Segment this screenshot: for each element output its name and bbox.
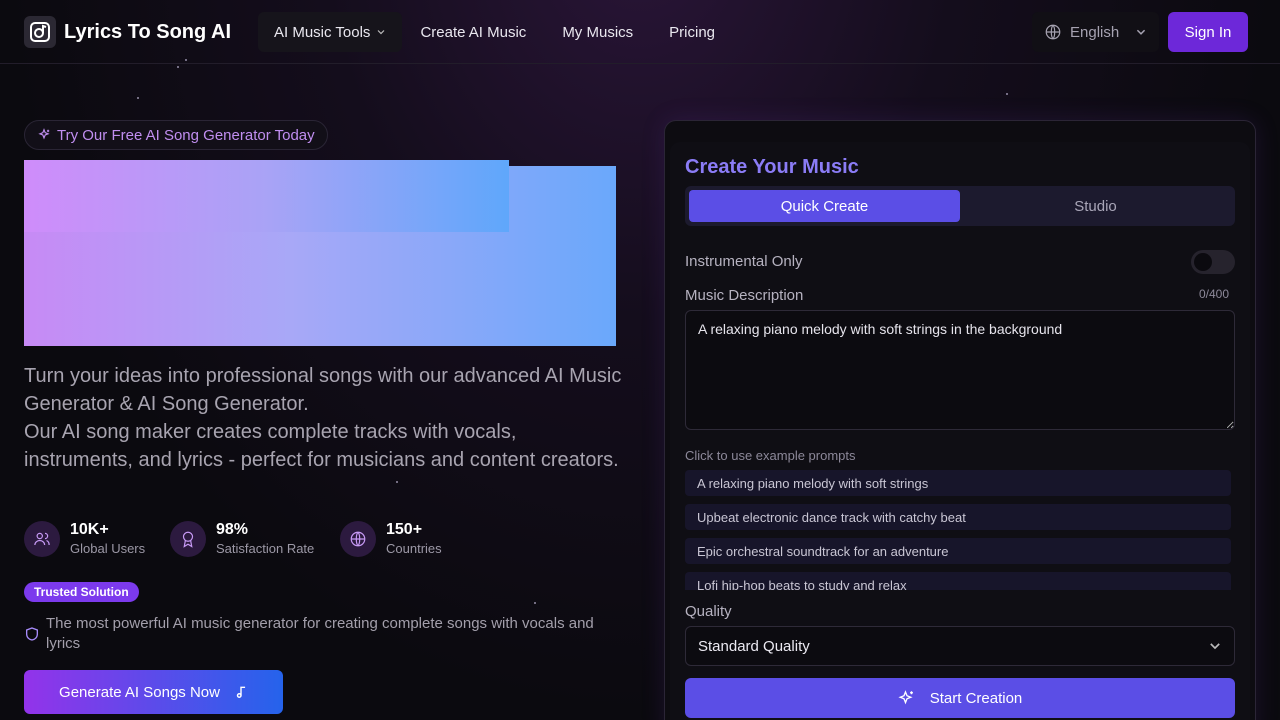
- hero-line-2: Our AI song maker creates complete track…: [24, 421, 619, 471]
- stat-countries: 150+ Countries: [340, 520, 442, 558]
- trusted-solution-badge: Trusted Solution: [24, 582, 139, 602]
- char-counter: 0/400: [1199, 287, 1230, 301]
- stat-value: 150+: [386, 521, 423, 538]
- stat-label: Countries: [386, 541, 442, 556]
- main-nav: AI Music Tools Create AI Music My Musics…: [258, 12, 733, 52]
- nav-label: Create AI Music: [420, 23, 527, 41]
- quality-value: Standard Quality: [698, 637, 810, 655]
- powerful-text: The most powerful AI music generator for…: [46, 615, 594, 652]
- chevron-down-icon: [378, 30, 385, 35]
- stat-value: 10K+: [70, 521, 109, 538]
- instrumental-label: Instrumental Only: [685, 253, 803, 270]
- top-header: Lyrics To Song AI AI Music Tools Create …: [0, 0, 1280, 64]
- language-selector[interactable]: English: [1032, 12, 1160, 52]
- hero-heading-gradient-top: [24, 160, 509, 232]
- toggle-knob: [1194, 253, 1212, 271]
- tab-studio[interactable]: Studio: [960, 190, 1231, 222]
- stats-row: 10K+ Global Users 98% Satisfaction Rate …: [24, 520, 442, 558]
- logo-icon: [24, 16, 56, 48]
- chevron-down-icon: [1137, 29, 1146, 35]
- language-label: English: [1070, 23, 1120, 41]
- stat-label: Global Users: [70, 541, 146, 556]
- award-icon: [170, 521, 206, 557]
- star-decoration: [177, 66, 179, 68]
- stat-global-users: 10K+ Global Users: [24, 520, 170, 558]
- quality-select[interactable]: Standard Quality: [685, 626, 1235, 666]
- sparkles-icon: [898, 690, 913, 705]
- app-name: Lyrics To Song AI: [64, 20, 232, 43]
- panel-title: Create Your Music: [685, 156, 859, 178]
- powerful-description: The most powerful AI music generator for…: [24, 614, 604, 654]
- sign-in-button[interactable]: Sign In: [1168, 12, 1248, 52]
- nav-label: My Musics: [562, 23, 634, 41]
- star-decoration: [396, 481, 398, 483]
- example-prompt[interactable]: Lofi hip-hop beats to study and relax: [685, 572, 1231, 590]
- stat-label: Satisfaction Rate: [216, 541, 315, 556]
- nav-pricing[interactable]: Pricing: [651, 12, 733, 52]
- example-prompt[interactable]: Upbeat electronic dance track with catch…: [685, 504, 1231, 530]
- music-description-label: Music Description: [685, 287, 804, 304]
- chevron-down-icon: [1210, 643, 1220, 650]
- quality-label: Quality: [685, 603, 732, 620]
- stat-value: 98%: [216, 521, 249, 538]
- nav-label: Pricing: [669, 23, 716, 41]
- music-description-input[interactable]: A relaxing piano melody with soft string…: [685, 310, 1235, 430]
- example-prompt[interactable]: A relaxing piano melody with soft string…: [685, 470, 1231, 496]
- shield-icon: [26, 627, 38, 641]
- example-prompts-list[interactable]: A relaxing piano melody with soft string…: [685, 470, 1231, 590]
- hero-description: Turn your ideas into professional songs …: [24, 362, 624, 474]
- star-decoration: [137, 97, 139, 99]
- sparkles-icon: [38, 128, 50, 140]
- tab-quick-create[interactable]: Quick Create: [689, 190, 960, 222]
- nav-create-ai-music[interactable]: Create AI Music: [402, 12, 544, 52]
- free-generator-badge[interactable]: Try Our Free AI Song Generator Today: [24, 120, 328, 150]
- generate-songs-button[interactable]: Generate AI Songs Now: [24, 670, 283, 714]
- instrumental-toggle[interactable]: [1191, 250, 1235, 274]
- star-decoration: [534, 602, 536, 604]
- example-prompt[interactable]: Epic orchestral soundtrack for an advent…: [685, 538, 1231, 564]
- stat-satisfaction: 98% Satisfaction Rate: [170, 520, 340, 558]
- nav-label: AI Music Tools: [274, 23, 371, 41]
- star-decoration: [1006, 93, 1008, 95]
- mode-tabs: Quick Create Studio: [685, 186, 1235, 226]
- nav-my-musics[interactable]: My Musics: [544, 12, 651, 52]
- examples-label: Click to use example prompts: [685, 448, 856, 463]
- hero-line-1: Turn your ideas into professional songs …: [24, 365, 622, 415]
- globe-icon: [340, 521, 376, 557]
- nav-ai-music-tools[interactable]: AI Music Tools: [258, 12, 403, 52]
- globe-icon: [1045, 24, 1061, 40]
- badge-label: Try Our Free AI Song Generator Today: [57, 126, 315, 144]
- music-note-icon: [236, 686, 246, 698]
- start-label: Start Creation: [929, 689, 1023, 707]
- logo[interactable]: Lyrics To Song AI: [24, 16, 231, 48]
- start-creation-button[interactable]: Start Creation: [685, 678, 1235, 718]
- users-icon: [24, 521, 60, 557]
- cta-label: Generate AI Songs Now: [59, 683, 220, 701]
